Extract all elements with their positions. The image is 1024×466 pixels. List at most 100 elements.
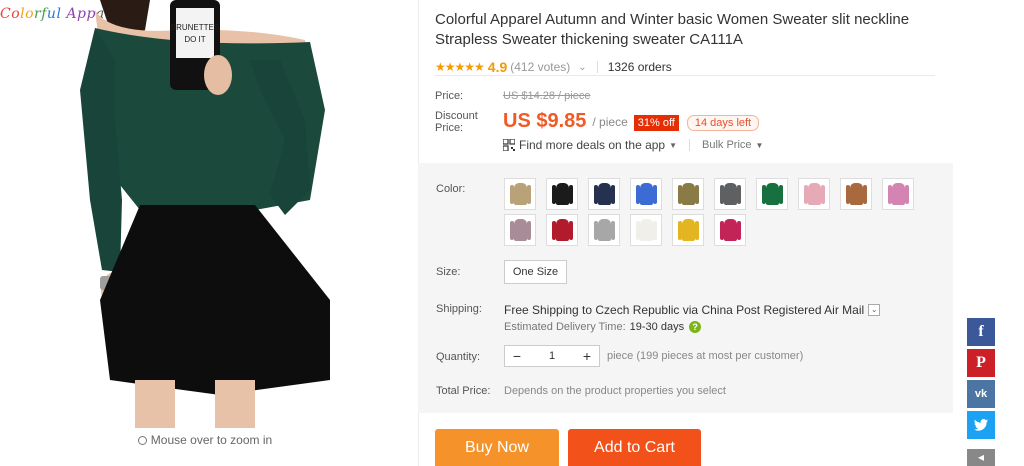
rating-votes-link[interactable]: (412 votes) <box>510 60 570 74</box>
qr-code-icon <box>503 139 515 151</box>
product-photo[interactable]: BRUNETTES DO IT <box>40 0 370 428</box>
caret-down-icon[interactable]: ▼ <box>756 141 764 150</box>
color-swatch-pink[interactable] <box>882 178 914 210</box>
separator <box>689 139 691 151</box>
sweater-thumbnail-part <box>808 183 821 205</box>
sweater-thumbnail-part <box>737 185 741 204</box>
quantity-input[interactable] <box>529 346 575 366</box>
sweater-thumbnail-part <box>611 221 615 240</box>
sweater-thumbnail-part <box>779 185 783 204</box>
sweater-thumbnail-part <box>556 183 569 205</box>
sweater-thumbnail-part <box>682 183 695 205</box>
sweater-thumbnail-part <box>863 185 867 204</box>
total-price-note: Depends on the product properties you se… <box>504 385 726 397</box>
sweater-thumbnail-part <box>611 185 615 204</box>
svg-text:DO IT: DO IT <box>184 35 205 44</box>
color-swatch-light-pink[interactable] <box>798 178 830 210</box>
color-swatch-green[interactable] <box>756 178 788 210</box>
sweater-thumbnail-part <box>527 221 531 240</box>
sweater-thumbnail-part <box>556 219 569 241</box>
quantity-label: Quantity: <box>436 351 481 363</box>
bulk-price-link[interactable]: Bulk Price <box>702 139 752 151</box>
sweater-thumbnail-part <box>724 219 737 241</box>
sweater-thumbnail-part <box>569 221 573 240</box>
help-icon[interactable]: ? <box>689 321 702 333</box>
sweater-thumbnail-part <box>682 219 695 241</box>
color-swatch-rose-red[interactable] <box>714 214 746 246</box>
color-swatch-olive[interactable] <box>672 178 704 210</box>
discount-badge: 31% off <box>633 115 679 131</box>
quantity-increase-button[interactable]: + <box>575 346 599 366</box>
sweater-thumbnail-part <box>653 185 657 204</box>
sweater-thumbnail-part <box>653 221 657 240</box>
days-left-badge: 14 days left <box>686 115 760 131</box>
sweater-thumbnail-part <box>527 185 531 204</box>
original-price: US $14.28 / piece <box>503 90 591 102</box>
sweater-thumbnail-part <box>766 183 779 205</box>
share-icon[interactable]: ◂ <box>967 449 995 466</box>
sweater-thumbnail-part <box>724 183 737 205</box>
color-swatch-white[interactable] <box>630 214 662 246</box>
facebook-share-icon[interactable]: f <box>967 318 995 346</box>
color-swatch-yellow[interactable] <box>672 214 704 246</box>
quantity-decrease-button[interactable]: − <box>505 346 529 366</box>
svg-text:BRUNETTES: BRUNETTES <box>171 23 219 32</box>
sweater-thumbnail-part <box>514 219 527 241</box>
sweater-thumbnail-part <box>695 221 699 240</box>
sweater-thumbnail-part <box>695 185 699 204</box>
per-piece-unit: / piece <box>592 115 628 129</box>
sweater-thumbnail-part <box>598 183 611 205</box>
twitter-share-icon[interactable] <box>967 411 995 439</box>
app-deals-row: Find more deals on the app ▼ Bulk Price … <box>503 138 763 152</box>
separator <box>596 61 598 73</box>
rating-row: ★★★★★ 4.9 (412 votes) ⌄ 1326 orders <box>435 59 950 75</box>
delivery-days: 19-30 days <box>629 321 685 333</box>
sweater-thumbnail-part <box>514 183 527 205</box>
delivery-time: Estimated Delivery Time: 19-30 days ? <box>504 321 702 333</box>
color-swatch-khaki[interactable] <box>504 178 536 210</box>
original-price-row: Price: US $14.28 / piece <box>435 90 590 102</box>
sweater-thumbnail-part <box>905 185 909 204</box>
color-swatch-camel[interactable] <box>840 178 872 210</box>
caret-down-icon[interactable]: ▼ <box>669 141 677 150</box>
sweater-thumbnail-part <box>737 221 741 240</box>
quantity-stepper: − + <box>504 345 600 367</box>
chevron-down-icon[interactable]: ⌄ <box>868 304 881 316</box>
chevron-down-icon[interactable]: ⌄ <box>578 62 586 73</box>
price-label: Price: <box>435 90 464 102</box>
product-title: Colorful Apparel Autumn and Winter basic… <box>435 11 910 48</box>
rating-stars-icon: ★★★★★ <box>435 60 485 74</box>
sweater-thumbnail-part <box>850 183 863 205</box>
add-to-cart-button[interactable]: Add to Cart <box>568 429 701 466</box>
discount-price-row: Discount Price: US $9.85 / piece 31% off… <box>435 110 760 134</box>
orders-count: 1326 orders <box>607 60 672 74</box>
color-swatch-wine-red[interactable] <box>546 214 578 246</box>
color-swatch-light-gray[interactable] <box>588 214 620 246</box>
color-swatch-mauve[interactable] <box>504 214 536 246</box>
color-swatch-royal-blue[interactable] <box>630 178 662 210</box>
vk-share-icon[interactable]: vk <box>967 380 995 408</box>
zoom-hint: Mouse over to zoom in <box>0 433 410 447</box>
magnifier-icon <box>137 436 147 445</box>
color-label: Color: <box>436 183 466 195</box>
pinterest-share-icon[interactable]: P <box>967 349 995 377</box>
color-swatch-black[interactable] <box>546 178 578 210</box>
color-swatches <box>504 178 934 250</box>
sweater-thumbnail-part <box>640 183 653 205</box>
divider <box>435 75 935 76</box>
total-price-label: Total Price: <box>436 385 491 397</box>
color-swatch-navy[interactable] <box>588 178 620 210</box>
sweater-thumbnail-part <box>640 219 653 241</box>
rating-value: 4.9 <box>487 59 508 75</box>
sweater-thumbnail-part <box>569 185 573 204</box>
product-gallery: Colorful Apparel® BRUNETTES DO IT Mouse … <box>0 0 418 466</box>
product-details: Colorful Apparel Autumn and Winter basic… <box>435 0 950 152</box>
buy-now-button[interactable]: Buy Now <box>435 429 559 466</box>
sweater-thumbnail-part <box>821 185 825 204</box>
discount-price: US $9.85 <box>503 110 587 132</box>
app-deals-link[interactable]: Find more deals on the app <box>519 138 665 152</box>
quantity-note: piece (199 pieces at most per customer) <box>607 350 804 362</box>
color-swatch-dark-gray[interactable] <box>714 178 746 210</box>
shipping-label: Shipping: <box>436 303 482 315</box>
size-option-one-size[interactable]: One Size <box>504 260 567 284</box>
